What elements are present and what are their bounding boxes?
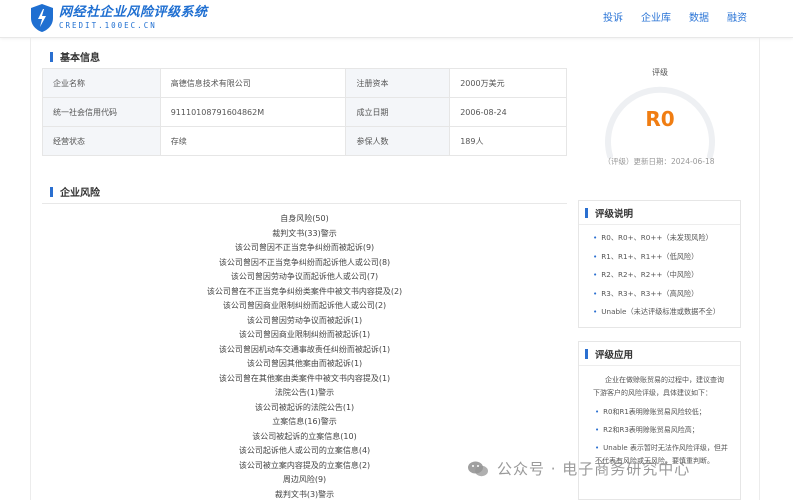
heading-marker	[585, 207, 588, 218]
nav-data[interactable]: 数据	[689, 9, 709, 24]
list-item: R1、R1+、R1++（低风险）	[593, 248, 740, 267]
label-insured-count: 参保人数	[345, 126, 451, 156]
label-business-status: 经营状态	[42, 126, 161, 156]
risk-item[interactable]: 该公司曾因商业限制纠纷而被起诉(1)	[42, 328, 567, 343]
label-company-name: 企业名称	[42, 68, 161, 98]
list-item: R0、R0+、R0++（未发现风险）	[593, 229, 740, 248]
grade-application-heading: 评级应用	[579, 342, 740, 366]
nav-financing[interactable]: 融资	[727, 9, 747, 24]
table-row: 企业名称 高德信息技术有限公司 注册资本 2000万美元	[42, 68, 567, 98]
shield-logo-icon	[31, 4, 53, 32]
list-item: Unable（未达评级标准或数据不全）	[593, 303, 740, 322]
risk-item[interactable]: 裁判文书(33)警示	[42, 227, 567, 242]
heading-marker	[50, 51, 53, 62]
risk-item[interactable]: 该公司曾因机动车交通事故责任纠纷而被起诉(1)	[42, 343, 567, 358]
grade-description-list: R0、R0+、R0++（未发现风险） R1、R1+、R1++（低风险） R2、R…	[579, 225, 740, 322]
risk-list: 自身风险(50) 裁判文书(33)警示 该公司曾因不正当竞争纠纷而被起诉(9) 该公司…	[42, 212, 567, 500]
top-bar: 网经社企业风险评级系统 CREDIT.100EC.CN 投诉 企业库 数据 融资	[0, 0, 793, 38]
grade-description-panel: 评级说明 R0、R0+、R0++（未发现风险） R1、R1+、R1++（低风险）…	[578, 200, 741, 328]
table-row: 统一社会信用代码 91110108791604862M 成立日期 2006-08…	[42, 97, 567, 127]
site-logo[interactable]: 网经社企业风险评级系统 CREDIT.100EC.CN	[30, 3, 208, 33]
label-founded-date: 成立日期	[345, 97, 451, 127]
value-credit-code: 91110108791604862M	[159, 97, 347, 127]
wechat-icon	[468, 461, 488, 476]
nav-complaint[interactable]: 投诉	[603, 9, 623, 24]
label-registered-capital: 注册资本	[345, 68, 451, 98]
risk-item[interactable]: 自身风险(50)	[42, 212, 567, 227]
list-item: R2和R3表明赊账贸易风险高；	[595, 424, 734, 437]
wechat-watermark: 公众号 · 电子商务研究中心	[467, 458, 690, 479]
main-nav: 投诉 企业库 数据 融资	[603, 9, 747, 24]
risk-item[interactable]: 立案信息(16)警示	[42, 415, 567, 430]
risk-item[interactable]: 该公司曾因其他案由而被起诉(1)	[42, 357, 567, 372]
risk-panel: 自身风险(50) 裁判文书(33)警示 该公司曾因不正当竞争纠纷而被起诉(9) 该公司…	[42, 203, 567, 500]
basic-info-title: 基本信息	[60, 53, 100, 64]
list-item: R0和R1表明赊账贸易风险较低；	[595, 406, 734, 419]
nav-company-library[interactable]: 企业库	[641, 9, 671, 24]
value-business-status: 存续	[159, 126, 347, 156]
risk-item[interactable]: 该公司曾因劳动争议而起诉他人或公司(7)	[42, 270, 567, 285]
risk-item[interactable]: 该公司曾因商业限制纠纷而起诉他人或公司(2)	[42, 299, 567, 314]
list-item: R3、R3+、R3++（高风险）	[593, 285, 740, 304]
heading-marker	[585, 348, 588, 359]
risk-item[interactable]: 该公司曾因不正当竞争纠纷而被起诉(9)	[42, 241, 567, 256]
value-founded-date: 2006-08-24	[449, 97, 567, 127]
risk-title: 企业风险	[60, 188, 100, 199]
logo-subtitle: CREDIT.100EC.CN	[59, 21, 157, 30]
risk-item[interactable]: 该公司曾因不正当竞争纠纷而起诉他人或公司(8)	[42, 256, 567, 271]
risk-item[interactable]: 该公司曾在不正当竞争纠纷类案件中被文书内容提及(2)	[42, 285, 567, 300]
value-insured-count: 189人	[449, 126, 567, 156]
list-item: R2、R2+、R2++（中风险）	[593, 266, 740, 285]
risk-heading: 企业风险	[50, 184, 100, 199]
value-registered-capital: 2000万美元	[449, 68, 567, 98]
rating-label: 评级	[652, 68, 668, 77]
risk-item[interactable]: 该公司被起诉的立案信息(10)	[42, 430, 567, 445]
label-credit-code: 统一社会信用代码	[42, 97, 161, 127]
watermark-text: 公众号 · 电子商务研究中心	[497, 460, 691, 478]
risk-item[interactable]: 该公司起诉他人或公司的立案信息(4)	[42, 444, 567, 459]
value-company-name: 高德信息技术有限公司	[159, 68, 347, 98]
grade-description-heading: 评级说明	[579, 201, 740, 225]
rating-update-date: （评级）更新日期：2024-06-18	[603, 157, 715, 166]
grade-application-intro: 企业在做赊账贸易的过程中，建议查询下游客户的风险评级，具体建议如下：	[593, 376, 724, 397]
heading-marker	[50, 186, 53, 197]
risk-item[interactable]: 该公司曾因劳动争议而被起诉(1)	[42, 314, 567, 329]
risk-item[interactable]: 该公司曾在其他案由类案件中被文书内容提及(1)	[42, 372, 567, 387]
basic-info-table: 企业名称 高德信息技术有限公司 注册资本 2000万美元 统一社会信用代码 91…	[42, 68, 567, 156]
basic-info-heading: 基本信息	[50, 49, 100, 64]
grade-application-title: 评级应用	[595, 349, 634, 361]
table-row: 经营状态 存续 参保人数 189人	[42, 126, 567, 156]
risk-item[interactable]: 裁判文书(3)警示	[42, 488, 567, 500]
logo-title: 网经社企业风险评级系统	[59, 5, 208, 20]
grade-description-title: 评级说明	[595, 208, 634, 220]
risk-item[interactable]: 该公司被起诉的法院公告(1)	[42, 401, 567, 416]
risk-item[interactable]: 法院公告(1)警示	[42, 386, 567, 401]
rating-value: R0	[645, 107, 675, 131]
